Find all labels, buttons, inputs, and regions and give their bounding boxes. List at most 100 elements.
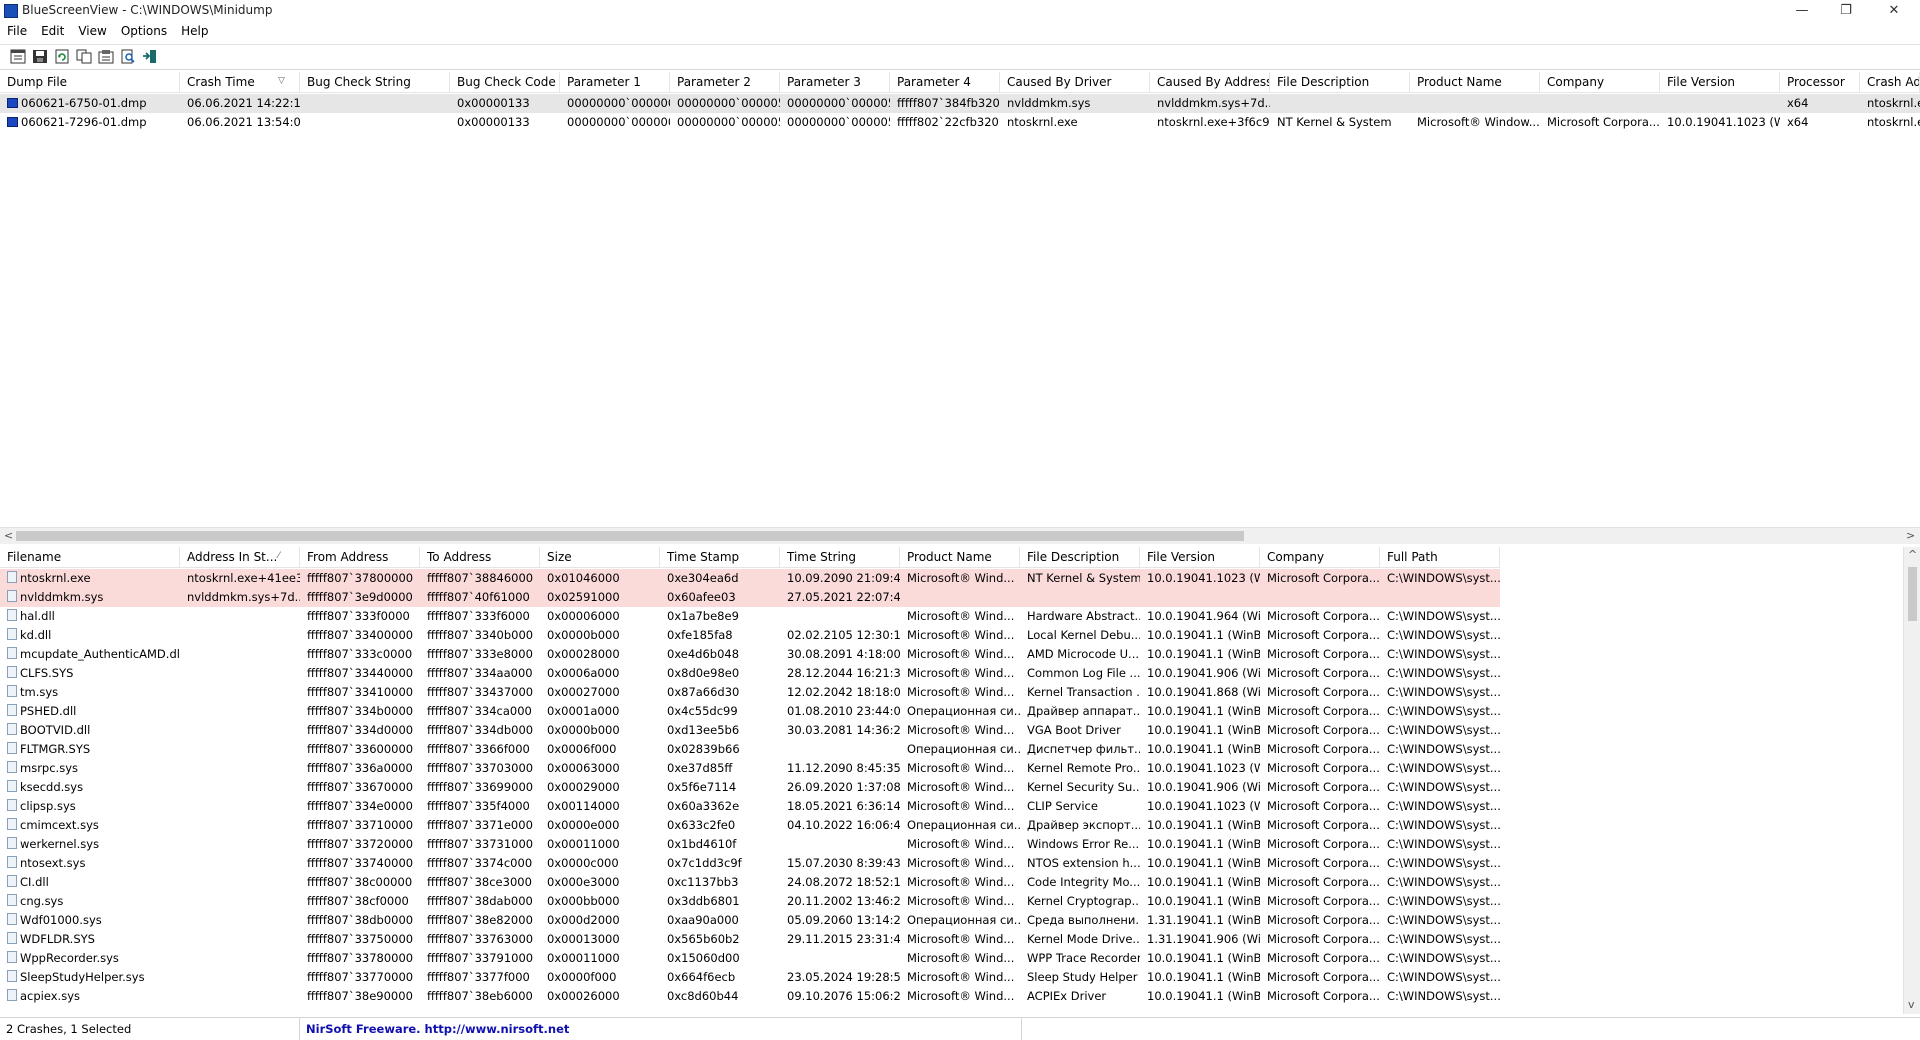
driver-list[interactable]: Filename Address In St... From Address To A… xyxy=(0,547,1920,1014)
driver-cell-text: ksecdd.sys xyxy=(20,780,84,794)
driver-col-full-path[interactable]: Full Path xyxy=(1380,547,1500,567)
driver-col-file-version[interactable]: File Version xyxy=(1140,547,1260,567)
driver-cell-address-in-st xyxy=(180,664,300,683)
driver-table-row[interactable]: WDFLDR.SYS fffff807`33750000 fffff807`3376… xyxy=(0,930,1500,949)
driver-table-row[interactable]: mcupdate_AuthenticAMD.dll fffff807`333c00… xyxy=(0,645,1500,664)
driver-col-product-name[interactable]: Product Name xyxy=(900,547,1020,567)
menu-view[interactable]: View xyxy=(71,22,113,38)
scroll-left-arrow[interactable]: < xyxy=(4,528,13,544)
crash-col-caused-by-address[interactable]: Caused By Address xyxy=(1150,72,1270,92)
hscroll-thumb[interactable] xyxy=(16,531,1244,541)
crash-table-row[interactable]: 060621-7296-01.dmp 06.06.2021 13:54:08 0x0… xyxy=(0,113,1920,132)
driver-cell-text: Microsoft Corpora... xyxy=(1267,609,1380,623)
crash-list-hscrollbar[interactable]: < > xyxy=(0,527,1920,544)
driver-cell-size: 0x0000e000 xyxy=(540,816,660,835)
title-bar: BlueScreenView - C:\WINDOWS\Minidump — ❐… xyxy=(0,0,1920,22)
crash-col-company[interactable]: Company xyxy=(1540,72,1660,92)
close-button[interactable]: ✕ xyxy=(1872,0,1916,22)
driver-cell-filename: Wdf01000.sys xyxy=(0,911,180,930)
find-icon[interactable] xyxy=(120,49,136,64)
driver-col-size[interactable]: Size xyxy=(540,547,660,567)
driver-table-row[interactable]: hal.dll fffff807`333f0000 fffff807`333f600… xyxy=(0,607,1500,626)
driver-table-row[interactable]: SleepStudyHelper.sys fffff807`33770000 fff… xyxy=(0,968,1500,987)
crash-col-crash-address[interactable]: Crash Address xyxy=(1860,72,1920,92)
crash-list[interactable]: Dump File Crash Time Bug Check String Bug C… xyxy=(0,72,1920,535)
crash-col-parameter-2[interactable]: Parameter 2 xyxy=(670,72,780,92)
menu-options[interactable]: Options xyxy=(114,22,174,38)
refresh-icon[interactable] xyxy=(54,49,70,64)
scroll-down-arrow[interactable]: v xyxy=(1908,997,1915,1013)
driver-col-time-string[interactable]: Time String xyxy=(780,547,900,567)
driver-cell-file-description: AMD Microcode U... xyxy=(1020,645,1140,664)
driver-table-row[interactable]: ntosext.sys fffff807`33740000 fffff807`337… xyxy=(0,854,1500,873)
driver-col-to-address[interactable]: To Address xyxy=(420,547,540,567)
menu-file[interactable]: File xyxy=(0,22,34,38)
driver-table-row[interactable]: msrpc.sys fffff807`336a0000 fffff807`33703… xyxy=(0,759,1500,778)
driver-cell-time-stamp: 0x87a66d30 xyxy=(660,683,780,702)
save-icon[interactable] xyxy=(32,49,48,64)
menu-help[interactable]: Help xyxy=(174,22,215,38)
driver-cell-filename: hal.dll xyxy=(0,607,180,626)
crash-col-bug-check-code[interactable]: Bug Check Code xyxy=(450,72,560,92)
driver-table-row[interactable]: CI.dll fffff807`38c00000 fffff807`38ce3000… xyxy=(0,873,1500,892)
driver-cell-filename: SleepStudyHelper.sys xyxy=(0,968,180,987)
driver-col-address-in-st[interactable]: Address In St... xyxy=(180,547,300,567)
driver-col-filename[interactable]: Filename xyxy=(0,547,180,567)
crash-col-file-description[interactable]: File Description xyxy=(1270,72,1410,92)
driver-table-row[interactable]: cng.sys fffff807`38cf0000 fffff807`38dab00… xyxy=(0,892,1500,911)
minimize-button[interactable]: — xyxy=(1780,0,1824,22)
crash-col-dump-file[interactable]: Dump File xyxy=(0,72,180,92)
crash-col-parameter-1[interactable]: Parameter 1 xyxy=(560,72,670,92)
driver-col-time-stamp[interactable]: Time Stamp xyxy=(660,547,780,567)
crash-col-file-version[interactable]: File Version xyxy=(1660,72,1780,92)
driver-table-row[interactable]: PSHED.dll fffff807`334b0000 fffff807`334ca… xyxy=(0,702,1500,721)
driver-cell-product-name: Microsoft® Wind... xyxy=(900,759,1020,778)
driver-cell-file-version: 10.0.19041.964 (Wi... xyxy=(1140,607,1260,626)
driver-table-row[interactable]: acpiex.sys fffff807`38e90000 fffff807`38eb… xyxy=(0,987,1500,1006)
crash-cell-processor: x64 xyxy=(1780,94,1860,113)
crash-col-bug-check-string[interactable]: Bug Check String xyxy=(300,72,450,92)
driver-list-vscrollbar[interactable]: ^ v xyxy=(1903,547,1920,1014)
options-icon[interactable] xyxy=(98,49,114,64)
driver-table-row[interactable]: FLTMGR.SYS fffff807`33600000 fffff807`3366… xyxy=(0,740,1500,759)
crash-col-parameter-3[interactable]: Parameter 3 xyxy=(780,72,890,92)
driver-table-row[interactable]: nvlddmkm.sys nvlddmkm.sys+7d... fffff807`3… xyxy=(0,588,1500,607)
crash-col-product-name[interactable]: Product Name xyxy=(1410,72,1540,92)
driver-table-row[interactable]: clipsp.sys fffff807`334e0000 fffff807`335f… xyxy=(0,797,1500,816)
driver-table-row[interactable]: tm.sys fffff807`33410000 fffff807`33437000… xyxy=(0,683,1500,702)
crash-col-caused-by-driver[interactable]: Caused By Driver xyxy=(1000,72,1150,92)
properties-icon[interactable] xyxy=(10,49,26,64)
driver-cell-text: AMD Microcode U... xyxy=(1027,647,1140,661)
driver-table-row[interactable]: ksecdd.sys fffff807`33670000 fffff807`3369… xyxy=(0,778,1500,797)
crash-col-processor[interactable]: Processor xyxy=(1780,72,1860,92)
driver-table-row[interactable]: cmimcext.sys fffff807`33710000 fffff807`33… xyxy=(0,816,1500,835)
driver-cell-text: nvlddmkm.sys xyxy=(20,590,104,604)
menu-edit[interactable]: Edit xyxy=(34,22,71,38)
module-file-icon xyxy=(7,951,17,963)
driver-table-row[interactable]: CLFS.SYS fffff807`33440000 fffff807`334aa0… xyxy=(0,664,1500,683)
driver-col-company[interactable]: Company xyxy=(1260,547,1380,567)
driver-cell-text: fffff807`33791000 xyxy=(427,951,534,965)
copy-icon[interactable] xyxy=(76,49,92,64)
crash-col-parameter-4[interactable]: Parameter 4 xyxy=(890,72,1000,92)
driver-table-row[interactable]: Wdf01000.sys fffff807`38db0000 fffff807`38… xyxy=(0,911,1500,930)
driver-table-row[interactable]: werkernel.sys fffff807`33720000 fffff807`3… xyxy=(0,835,1500,854)
vscroll-thumb[interactable] xyxy=(1908,567,1917,621)
driver-col-from-address[interactable]: From Address xyxy=(300,547,420,567)
driver-cell-full-path: C:\WINDOWS\syst... xyxy=(1380,854,1500,873)
nirsoft-link[interactable]: NirSoft Freeware. http://www.nirsoft.net xyxy=(300,1018,1022,1040)
driver-cell-to-address: fffff807`3340b000 xyxy=(420,626,540,645)
scroll-right-arrow[interactable]: > xyxy=(1906,528,1915,544)
restore-button[interactable]: ❐ xyxy=(1824,0,1868,22)
exit-icon[interactable] xyxy=(142,49,158,64)
driver-table-row[interactable]: ntoskrnl.exe ntoskrnl.exe+41ee32 fffff807`… xyxy=(0,569,1500,588)
driver-cell-text: WppRecorder.sys xyxy=(20,951,119,965)
scroll-up-arrow[interactable]: ^ xyxy=(1908,547,1917,563)
driver-table-row[interactable]: BOOTVID.dll fffff807`334d0000 fffff807`334… xyxy=(0,721,1500,740)
driver-table-row[interactable]: WppRecorder.sys fffff807`33780000 fffff807… xyxy=(0,949,1500,968)
driver-cell-text: Microsoft Corpora... xyxy=(1267,932,1380,946)
driver-table-row[interactable]: kd.dll fffff807`33400000 fffff807`3340b000… xyxy=(0,626,1500,645)
driver-col-file-description[interactable]: File Description xyxy=(1020,547,1140,567)
driver-cell-filename: acpiex.sys xyxy=(0,987,180,1006)
crash-table-row[interactable]: 060621-6750-01.dmp 06.06.2021 14:22:17 0x0… xyxy=(0,94,1920,113)
